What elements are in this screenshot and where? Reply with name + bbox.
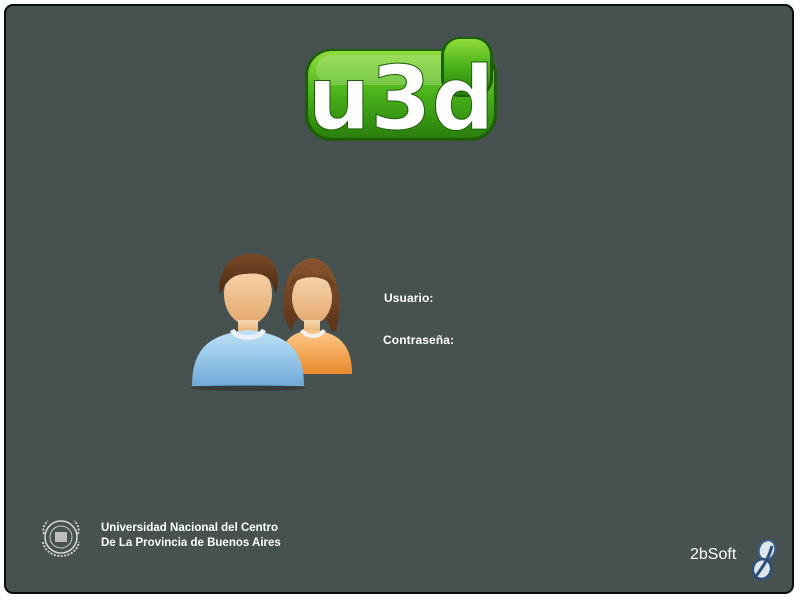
login-screen: u3d Usuario: Contraseña: Universidad Nac… — [4, 4, 794, 594]
university-name: Universidad Nacional del Centro De La Pr… — [101, 521, 281, 551]
username-input[interactable] — [446, 289, 646, 307]
2bsoft-logo-icon — [751, 539, 777, 581]
university-line-1: Universidad Nacional del Centro — [101, 522, 279, 534]
brand-name: 2bSoft — [690, 546, 737, 563]
logo-text: u3d — [308, 47, 495, 149]
password-input[interactable] — [460, 331, 660, 349]
u3d-logo: u3d — [305, 37, 497, 149]
users-icon — [190, 253, 352, 391]
password-label: Contraseña: — [383, 333, 455, 347]
university-seal-icon — [42, 520, 80, 558]
university-line-2: De La Provincia de Buenos Aires — [101, 537, 281, 549]
username-label: Usuario: — [384, 291, 434, 305]
